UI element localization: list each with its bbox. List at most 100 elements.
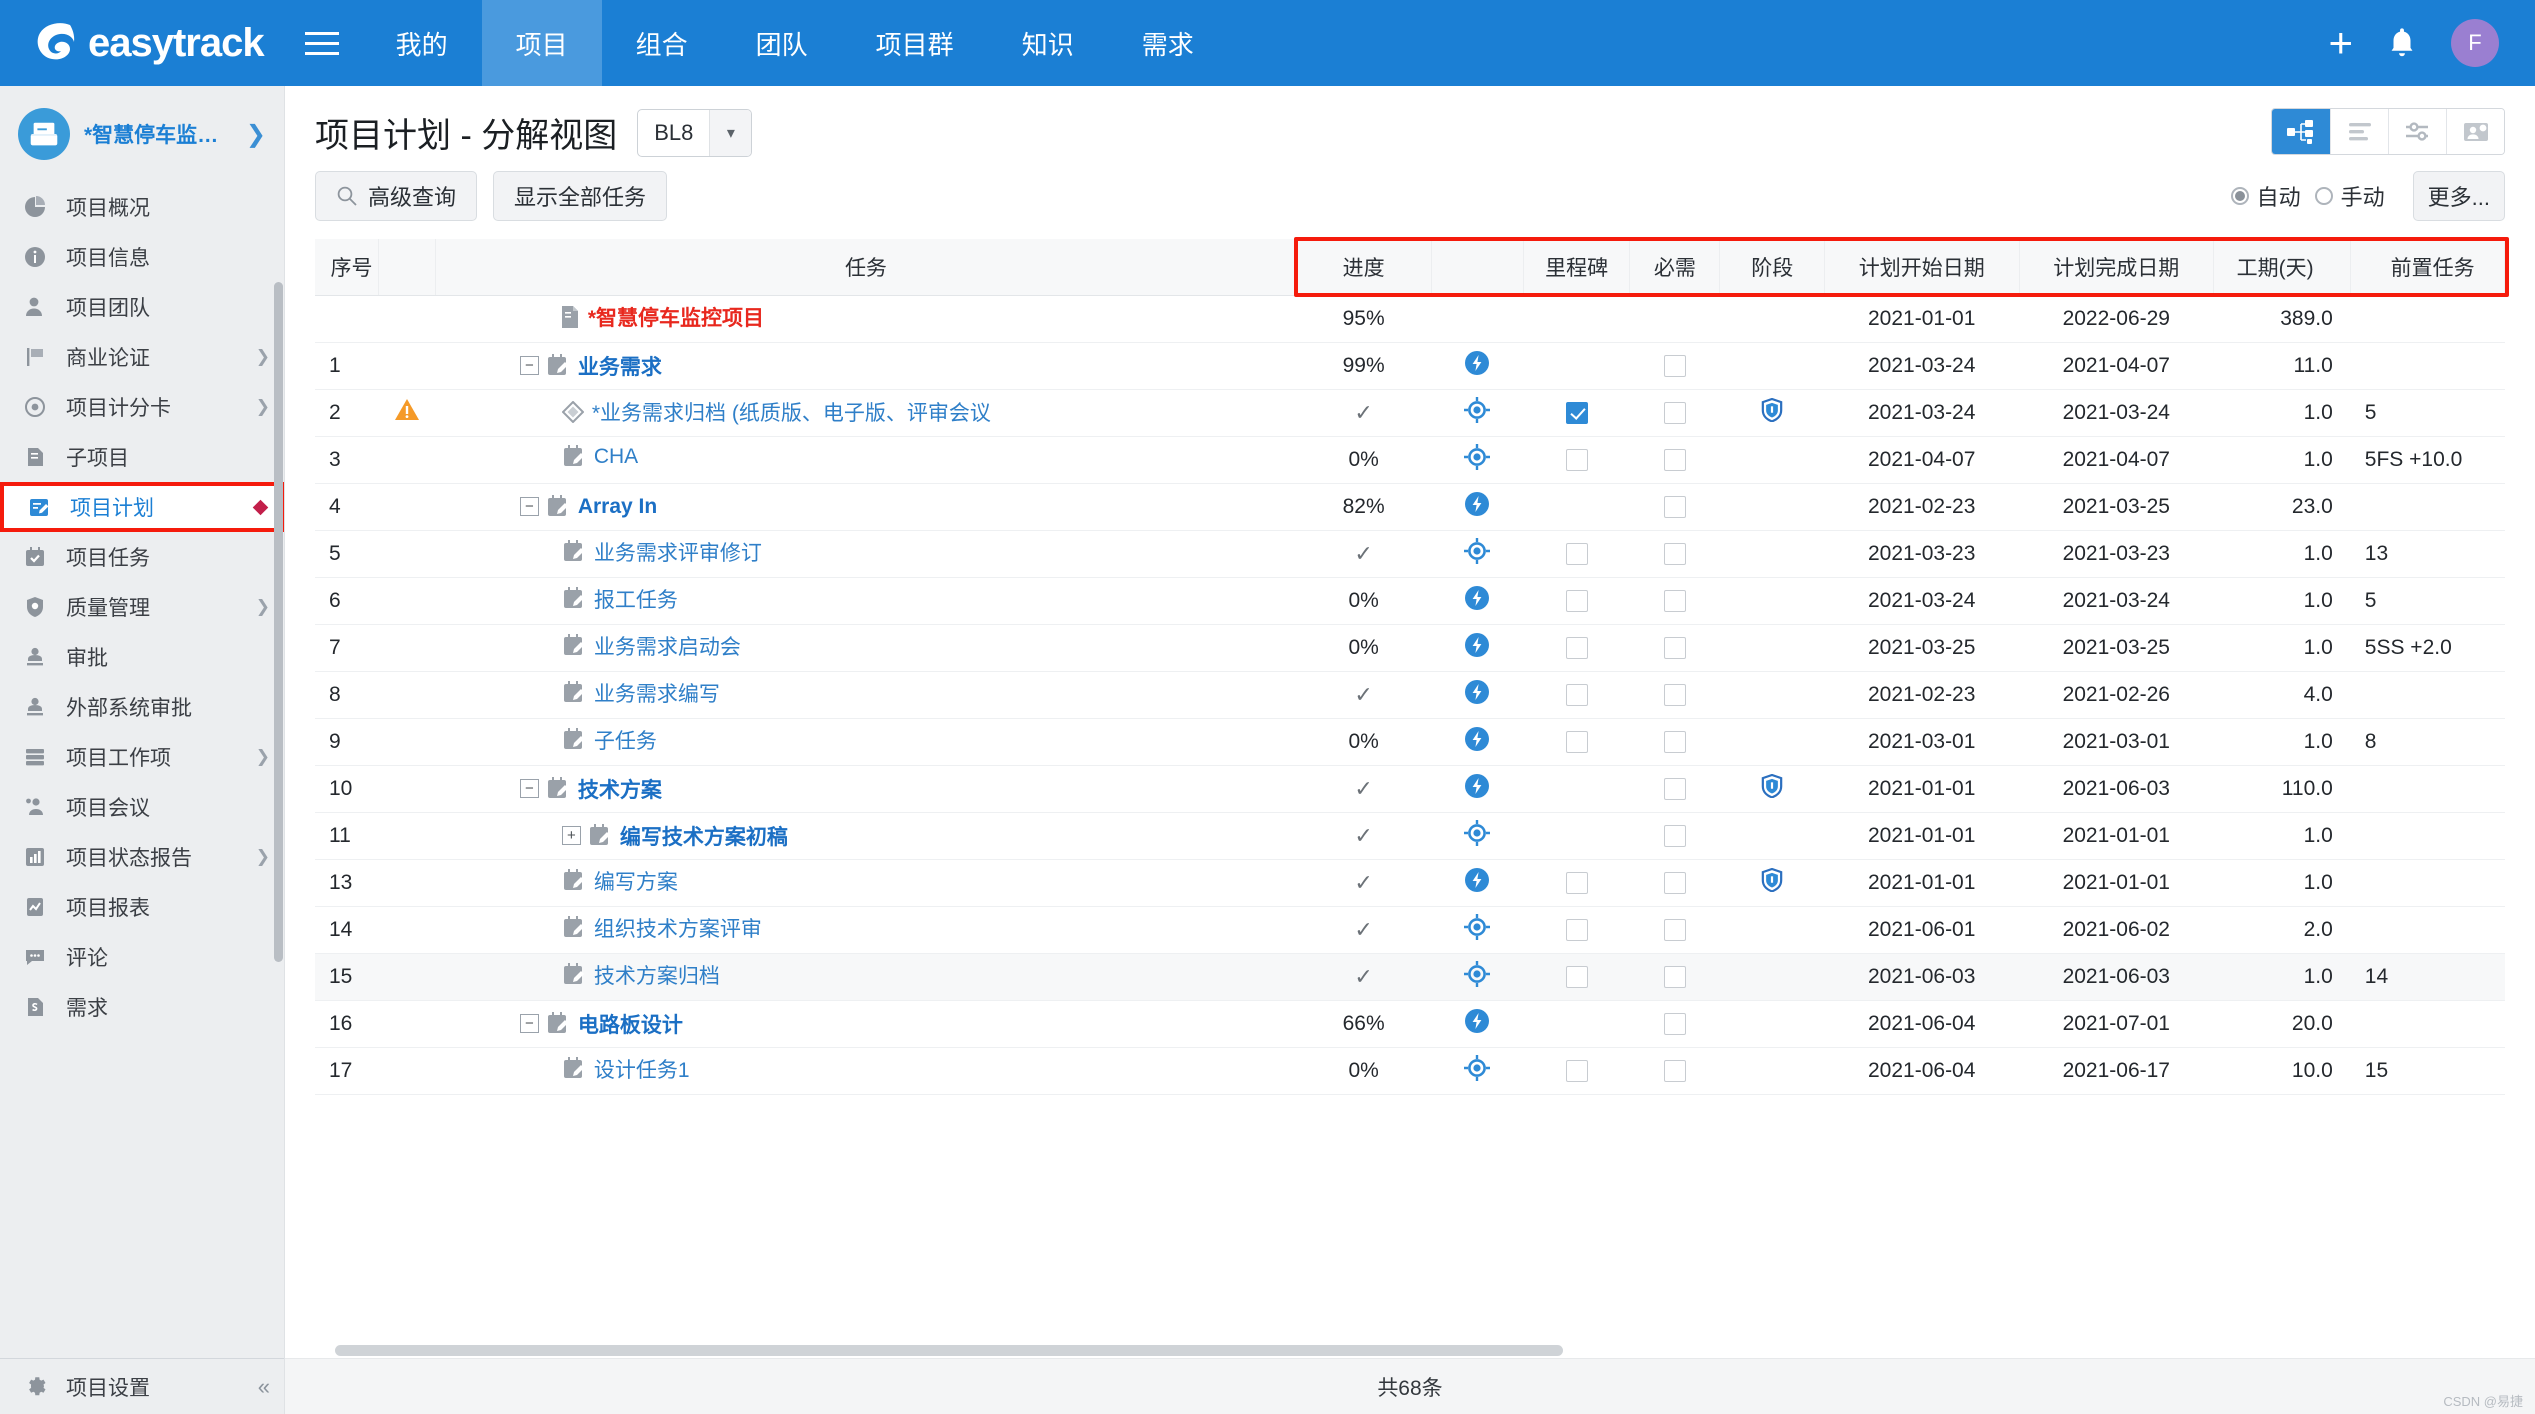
sidebar-scrollbar-thumb[interactable] xyxy=(274,282,283,962)
cell-progress[interactable]: 99% xyxy=(1296,342,1431,389)
cell-progress[interactable]: 0% xyxy=(1296,718,1431,765)
checkbox[interactable] xyxy=(1664,731,1686,753)
cell-predecessor[interactable] xyxy=(2351,906,2505,953)
cell-finish-date[interactable]: 2021-01-01 xyxy=(2019,812,2214,859)
cell-stage[interactable] xyxy=(1720,530,1824,577)
checkbox[interactable] xyxy=(1566,1060,1588,1082)
checkbox[interactable] xyxy=(1664,590,1686,612)
cell-schedule-type[interactable] xyxy=(1431,530,1523,577)
cell-duration[interactable]: 20.0 xyxy=(2214,1000,2351,1047)
checkbox[interactable] xyxy=(1566,590,1588,612)
table-row[interactable]: 7业务需求启动会0%2021-03-252021-03-251.05SS +2.… xyxy=(315,624,2505,671)
cell-progress[interactable]: ✓ xyxy=(1296,906,1431,953)
checkbox[interactable] xyxy=(1664,402,1686,424)
cell-required[interactable] xyxy=(1630,389,1720,436)
cell-duration[interactable]: 389.0 xyxy=(2214,295,2351,342)
cell-stage[interactable] xyxy=(1720,295,1824,342)
cell-predecessor[interactable]: 14 xyxy=(2351,953,2505,1000)
cell-schedule-type[interactable] xyxy=(1431,812,1523,859)
cell-required[interactable] xyxy=(1630,436,1720,483)
cell-schedule-type[interactable] xyxy=(1431,295,1523,342)
cell-finish-date[interactable]: 2021-02-26 xyxy=(2019,671,2214,718)
col-header-finish-date[interactable]: 计划完成日期 xyxy=(2019,239,2214,295)
cell-predecessor[interactable] xyxy=(2351,859,2505,906)
checkbox[interactable] xyxy=(1664,637,1686,659)
table-row[interactable]: 15技术方案归档✓2021-06-032021-06-031.014 xyxy=(315,953,2505,1000)
cell-schedule-type[interactable] xyxy=(1431,953,1523,1000)
cell-progress[interactable]: ✓ xyxy=(1296,859,1431,906)
table-row[interactable]: *智慧停车监控项目95%2021-01-012022-06-29389.0 xyxy=(315,295,2505,342)
cell-start-date[interactable]: 2021-03-23 xyxy=(1824,530,2019,577)
nav-item-requirement[interactable]: 需求 xyxy=(1108,0,1228,86)
col-header-type[interactable] xyxy=(1431,239,1523,295)
cell-milestone[interactable] xyxy=(1523,906,1630,953)
col-header-start-date[interactable]: 计划开始日期 xyxy=(1824,239,2019,295)
cell-required[interactable] xyxy=(1630,1047,1720,1094)
cell-finish-date[interactable]: 2021-06-03 xyxy=(2019,765,2214,812)
view-outline-button[interactable] xyxy=(2330,109,2388,154)
double-chevron-left-icon[interactable]: « xyxy=(258,1374,270,1400)
cell-start-date[interactable]: 2021-01-01 xyxy=(1824,765,2019,812)
cell-finish-date[interactable]: 2021-07-01 xyxy=(2019,1000,2214,1047)
sidebar-item-project-overview[interactable]: 项目概况 xyxy=(0,182,284,232)
cell-stage[interactable] xyxy=(1720,718,1824,765)
cell-start-date[interactable]: 2021-01-01 xyxy=(1824,812,2019,859)
nav-item-mine[interactable]: 我的 xyxy=(362,0,482,86)
collapse-toggle[interactable]: − xyxy=(520,1014,539,1033)
cell-progress[interactable]: 66% xyxy=(1296,1000,1431,1047)
bell-icon[interactable] xyxy=(2387,26,2417,60)
cell-finish-date[interactable]: 2021-03-01 xyxy=(2019,718,2214,765)
cell-predecessor[interactable] xyxy=(2351,765,2505,812)
table-row[interactable]: 9子任务0%2021-03-012021-03-011.08 xyxy=(315,718,2505,765)
cell-predecessor[interactable]: 5SS +2.0 xyxy=(2351,624,2505,671)
cell-predecessor[interactable] xyxy=(2351,1000,2505,1047)
cell-stage[interactable] xyxy=(1720,1047,1824,1094)
checkbox[interactable] xyxy=(1664,496,1686,518)
sidebar-item-project-settings[interactable]: 项目设置 « xyxy=(0,1358,284,1414)
table-row[interactable]: 3CHA0%2021-04-072021-04-071.05FS +10.0 xyxy=(315,436,2505,483)
cell-progress[interactable]: 0% xyxy=(1296,1047,1431,1094)
col-header-predecessor[interactable]: 前置任务 xyxy=(2351,239,2505,295)
cell-duration[interactable]: 2.0 xyxy=(2214,906,2351,953)
cell-start-date[interactable]: 2021-03-24 xyxy=(1824,389,2019,436)
hamburger-icon[interactable] xyxy=(282,0,362,86)
sidebar-item-scorecard[interactable]: 项目计分卡 ❯ xyxy=(0,382,284,432)
cell-required[interactable] xyxy=(1630,295,1720,342)
cell-schedule-type[interactable] xyxy=(1431,671,1523,718)
nav-item-portfolio[interactable]: 组合 xyxy=(602,0,722,86)
cell-task-name[interactable]: *智慧停车监控项目 xyxy=(436,295,1296,342)
cell-progress[interactable]: 0% xyxy=(1296,436,1431,483)
cell-schedule-type[interactable] xyxy=(1431,389,1523,436)
cell-start-date[interactable]: 2021-03-24 xyxy=(1824,577,2019,624)
cell-progress[interactable]: ✓ xyxy=(1296,953,1431,1000)
checkbox[interactable] xyxy=(1566,919,1588,941)
cell-finish-date[interactable]: 2021-03-25 xyxy=(2019,483,2214,530)
checkbox[interactable] xyxy=(1566,872,1588,894)
cell-milestone[interactable] xyxy=(1523,483,1630,530)
cell-milestone[interactable] xyxy=(1523,953,1630,1000)
cell-task-name[interactable]: CHA xyxy=(436,436,1296,483)
sidebar-item-project-info[interactable]: 项目信息 xyxy=(0,232,284,282)
cell-start-date[interactable]: 2021-02-23 xyxy=(1824,483,2019,530)
checkbox[interactable] xyxy=(1566,731,1588,753)
cell-required[interactable] xyxy=(1630,765,1720,812)
cell-required[interactable] xyxy=(1630,342,1720,389)
cell-predecessor[interactable] xyxy=(2351,812,2505,859)
nav-item-team[interactable]: 团队 xyxy=(722,0,842,86)
cell-task-name[interactable]: −Array In xyxy=(436,483,1296,530)
cell-task-name[interactable]: 组织技术方案评审 xyxy=(436,906,1296,953)
col-header-milestone[interactable]: 里程碑 xyxy=(1523,239,1630,295)
cell-stage[interactable] xyxy=(1720,624,1824,671)
cell-schedule-type[interactable] xyxy=(1431,765,1523,812)
checkbox[interactable] xyxy=(1664,1013,1686,1035)
cell-stage[interactable] xyxy=(1720,765,1824,812)
table-row[interactable]: 5业务需求评审修订✓2021-03-232021-03-231.013 xyxy=(315,530,2505,577)
checkbox[interactable] xyxy=(1566,966,1588,988)
cell-schedule-type[interactable] xyxy=(1431,1047,1523,1094)
radio-auto[interactable]: 自动 xyxy=(2231,180,2301,212)
cell-duration[interactable]: 1.0 xyxy=(2214,953,2351,1000)
show-all-tasks-button[interactable]: 显示全部任务 xyxy=(493,171,667,221)
cell-task-name[interactable]: 设计任务1 xyxy=(436,1047,1296,1094)
cell-start-date[interactable]: 2021-03-01 xyxy=(1824,718,2019,765)
col-header-task[interactable]: 任务 xyxy=(436,239,1296,295)
